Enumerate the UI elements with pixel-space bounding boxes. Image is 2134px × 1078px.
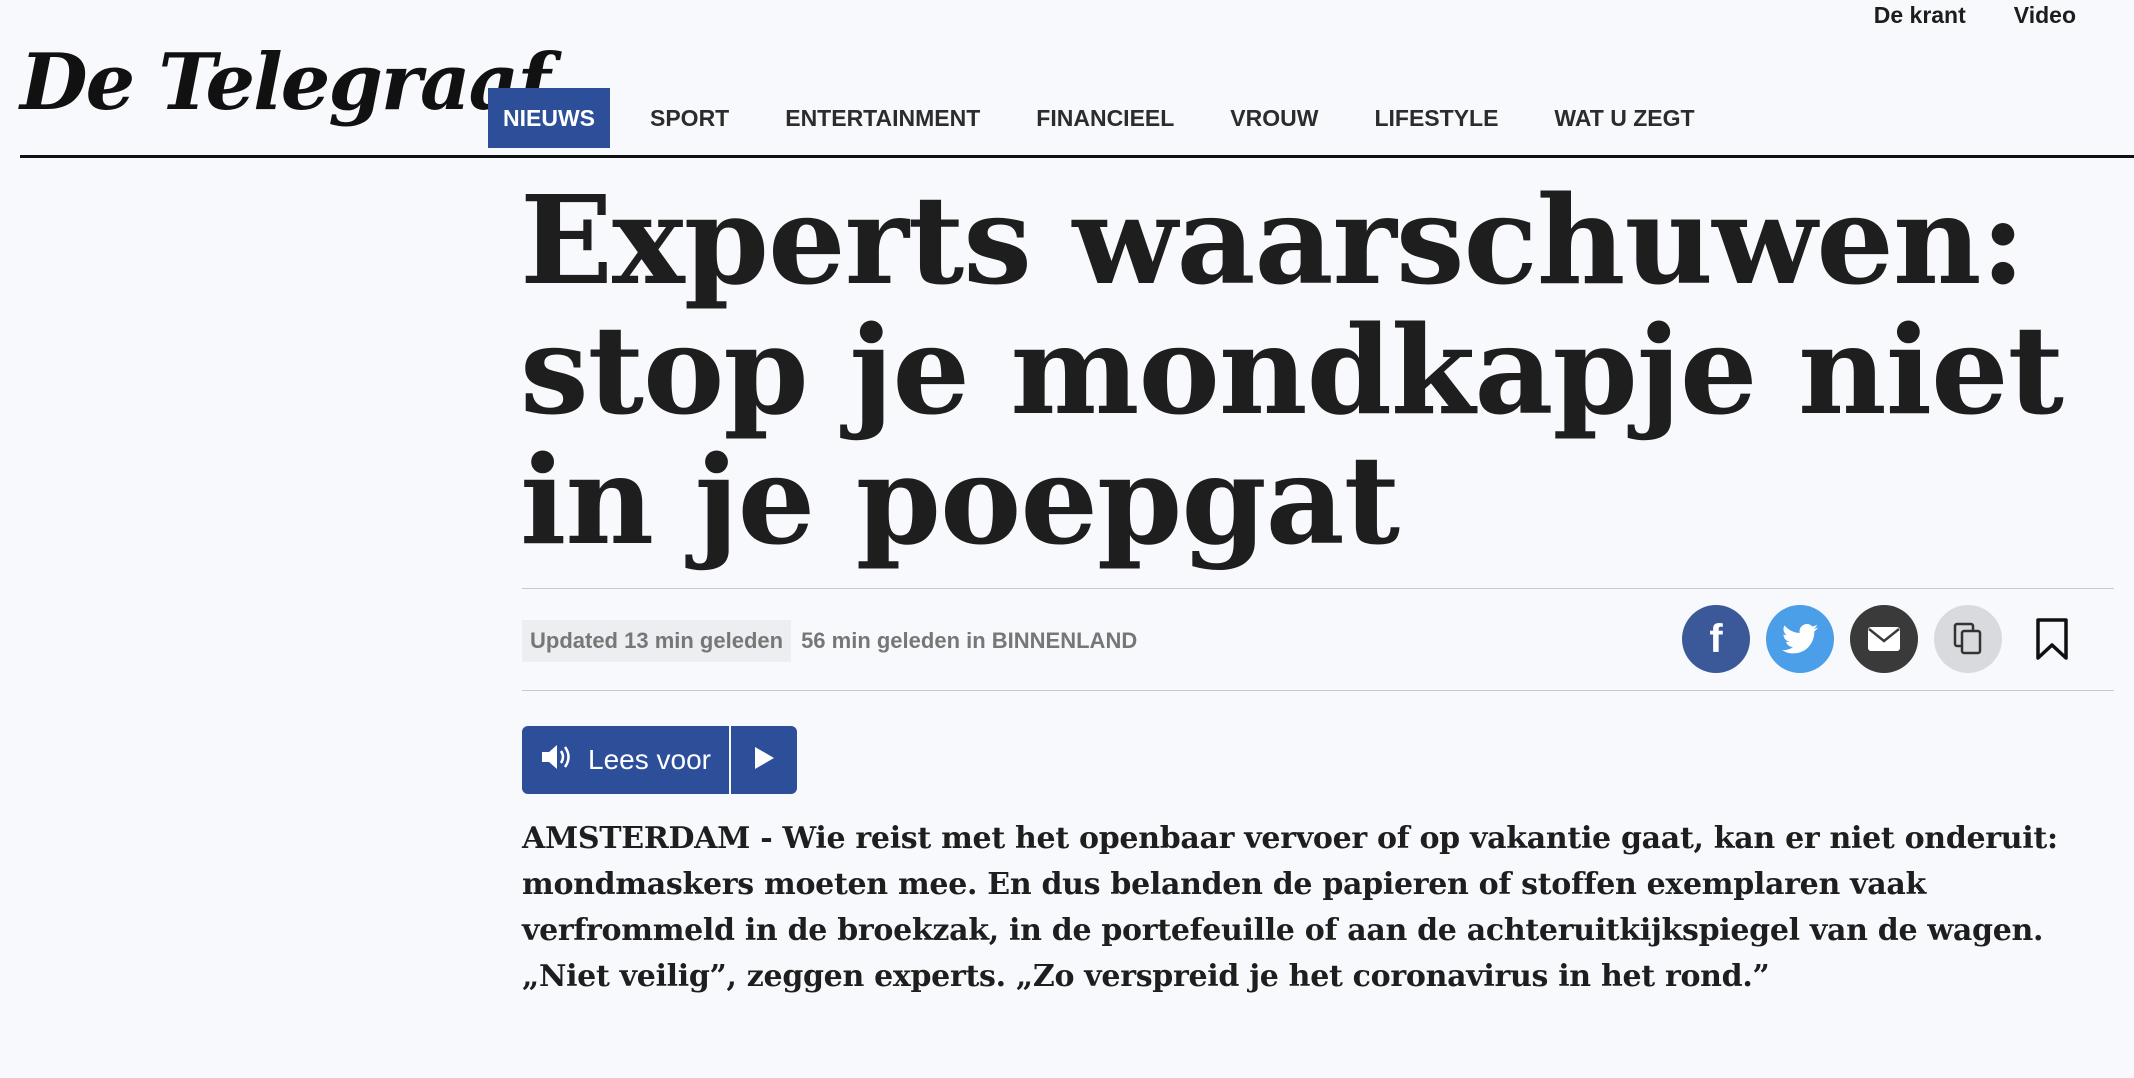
nav-entertainment[interactable]: ENTERTAINMENT — [757, 88, 1008, 148]
bookmark-icon[interactable] — [2018, 605, 2086, 673]
nav-sport[interactable]: SPORT — [622, 88, 757, 148]
nav-wat-u-zegt[interactable]: WAT U ZEGT — [1526, 88, 1722, 148]
article-lead: AMSTERDAM - Wie reist met het openbaar v… — [522, 821, 2058, 994]
link-video[interactable]: Video — [2014, 2, 2076, 29]
utility-links: De krant Video — [1874, 2, 2076, 29]
play-icon — [753, 746, 775, 775]
updated-badge: Updated 13 min geleden — [522, 620, 792, 662]
divider — [522, 588, 2114, 589]
twitter-icon[interactable] — [1766, 605, 1834, 673]
published-info: 56 min geleden in BINNENLAND — [801, 628, 1138, 653]
nav-lifestyle[interactable]: LIFESTYLE — [1346, 88, 1526, 148]
link-de-krant[interactable]: De krant — [1874, 2, 1966, 29]
mail-icon[interactable] — [1850, 605, 1918, 673]
logo[interactable]: De Telegraaf — [20, 44, 551, 122]
facebook-icon[interactable]: f — [1682, 605, 1750, 673]
main-nav: NIEUWS SPORT ENTERTAINMENT FINANCIEEL VR… — [488, 88, 1723, 148]
copy-icon[interactable] — [1934, 605, 2002, 673]
play-button[interactable] — [730, 726, 797, 794]
speaker-icon — [540, 742, 574, 779]
header-divider — [20, 155, 2134, 158]
lees-voor-button[interactable]: Lees voor — [522, 726, 729, 794]
article-headline: Experts waarschuwen: stop je mondkapje n… — [520, 168, 2064, 572]
divider — [522, 690, 2114, 691]
nav-vrouw[interactable]: VROUW — [1202, 88, 1346, 148]
share-bar: f — [1682, 605, 2086, 673]
lees-voor-label: Lees voor — [588, 744, 711, 775]
lees-voor-widget: Lees voor — [522, 726, 797, 794]
article-meta: Updated 13 min geleden 56 min geleden in… — [522, 620, 1137, 662]
nav-nieuws[interactable]: NIEUWS — [488, 88, 610, 148]
nav-financieel[interactable]: FINANCIEEL — [1008, 88, 1202, 148]
